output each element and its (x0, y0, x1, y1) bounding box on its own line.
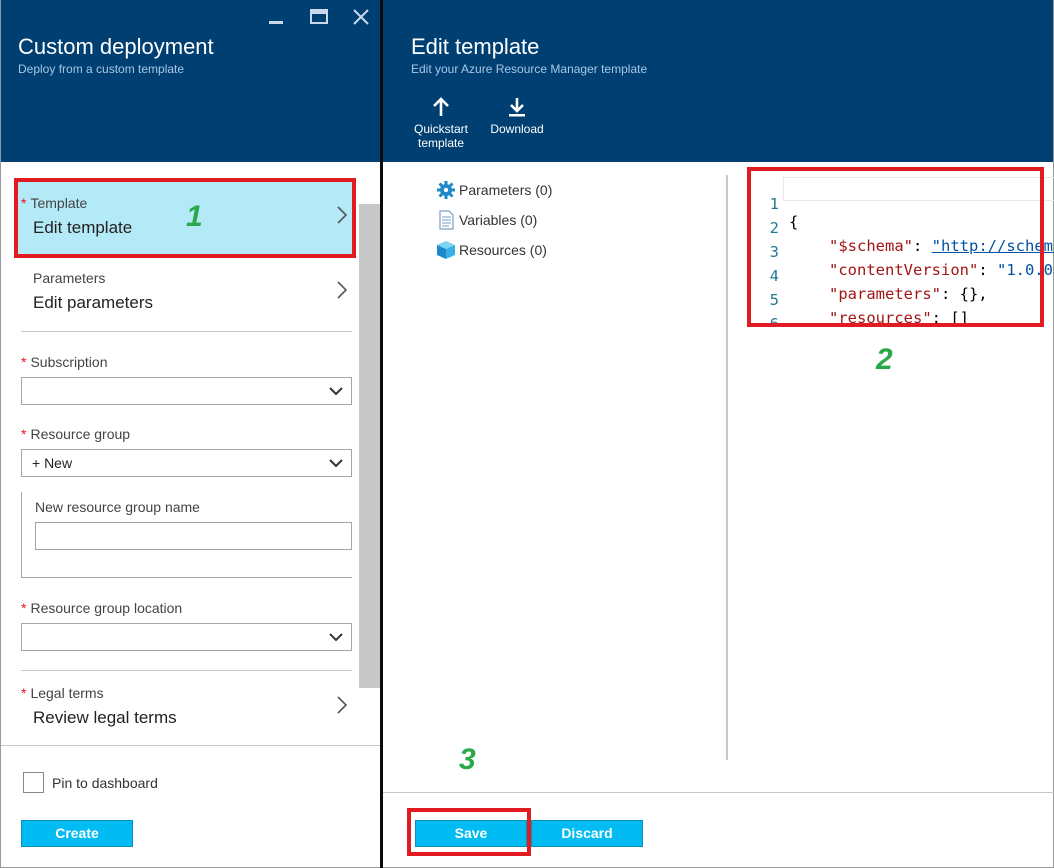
create-button[interactable]: Create (21, 820, 133, 847)
resource-group-value: + New (32, 455, 73, 471)
cube-icon (437, 241, 455, 259)
rg-location-dropdown[interactable] (21, 623, 352, 651)
download-command[interactable]: Download (487, 96, 547, 136)
divider (21, 331, 352, 332)
legal-terms-label: * Legal terms (21, 685, 104, 701)
gear-icon (437, 181, 455, 199)
parameters-label: Parameters (33, 270, 106, 286)
blade-header: Custom deployment Deploy from a custom t… (1, 0, 380, 162)
chevron-right-icon (337, 696, 348, 714)
divider (21, 577, 352, 578)
tree-item-variables[interactable]: Variables (0) (435, 210, 537, 230)
download-icon (509, 98, 525, 117)
pin-to-dashboard-checkbox[interactable] (23, 772, 44, 793)
blade-title: Edit template (411, 34, 540, 59)
tree-label: Variables (0) (459, 212, 538, 228)
blade-subtitle: Edit your Azure Resource Manager templat… (411, 62, 648, 76)
tree-label: Parameters (0) (459, 182, 553, 198)
pin-to-dashboard-label: Pin to dashboard (52, 775, 158, 791)
tree-item-parameters[interactable]: Parameters (0) (435, 180, 552, 200)
edit-template-blade: Edit template Edit your Azure Resource M… (383, 0, 1054, 868)
annotation-number-3: 3 (459, 743, 476, 776)
blade-subtitle: Deploy from a custom template (18, 62, 185, 76)
edit-parameters-link[interactable]: Edit parameters (33, 293, 153, 313)
annotation-box-3 (407, 808, 531, 856)
blade-header: Edit template Edit your Azure Resource M… (383, 0, 1053, 162)
review-legal-terms-link[interactable]: Review legal terms (33, 708, 177, 728)
close-icon[interactable] (350, 6, 372, 28)
resource-group-dropdown[interactable]: + New (21, 449, 352, 477)
minimize-icon[interactable] (265, 6, 287, 28)
chevron-down-icon (329, 387, 343, 396)
resource-group-label: * Resource group (21, 426, 131, 442)
tree-item-resources[interactable]: Resources (0) (435, 240, 547, 260)
quickstart-template-command[interactable]: Quickstart template (411, 96, 471, 150)
scrollbar[interactable] (359, 204, 381, 688)
blade-title: Custom deployment (18, 34, 214, 59)
pane-splitter[interactable] (726, 175, 728, 760)
tree-label: Resources (0) (459, 242, 547, 258)
annotation-number-2: 2 (876, 343, 893, 376)
subscription-label: * Subscription (21, 354, 108, 370)
chevron-down-icon (329, 459, 343, 468)
annotation-box-1 (14, 178, 356, 258)
new-rg-name-input[interactable] (35, 522, 352, 550)
footer-divider (1, 745, 381, 746)
subscription-dropdown[interactable] (21, 377, 352, 405)
chevron-right-icon (337, 281, 348, 299)
document-icon (439, 210, 454, 230)
discard-button[interactable]: Discard (531, 820, 643, 847)
divider (21, 670, 352, 671)
new-rg-name-label: New resource group name (35, 499, 200, 515)
annotation-box-2 (747, 167, 1044, 327)
rg-location-label: * Resource group location (21, 600, 183, 616)
arrow-up-icon (433, 97, 449, 116)
footer-divider (383, 792, 1054, 793)
chevron-down-icon (329, 633, 343, 642)
maximize-icon[interactable] (308, 6, 330, 28)
annotation-number-1: 1 (186, 200, 203, 233)
custom-deployment-blade: Custom deployment Deploy from a custom t… (0, 0, 381, 868)
